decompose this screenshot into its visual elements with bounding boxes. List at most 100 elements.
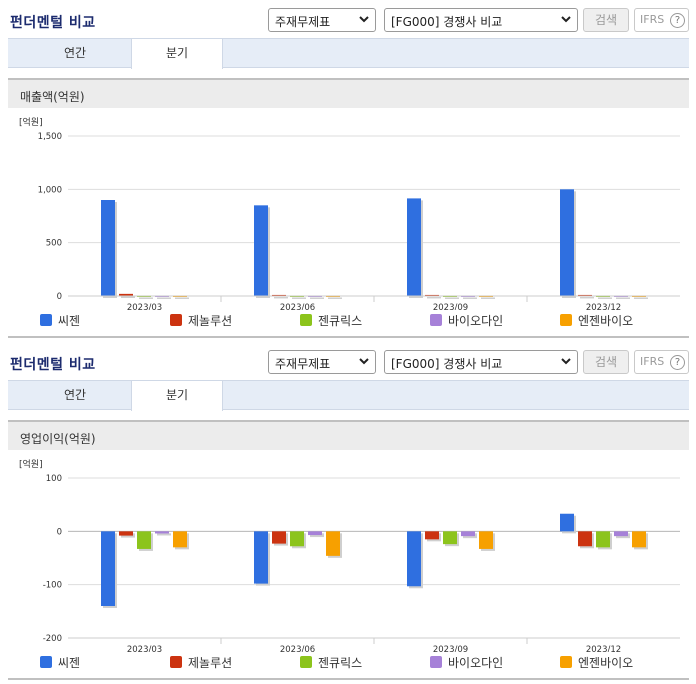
legend-label: 바이오다인 xyxy=(448,313,504,328)
legend-item[interactable]: 엔젠바이오 xyxy=(560,654,633,670)
legend-item[interactable]: 제놀루션 xyxy=(170,312,232,328)
legend-item[interactable]: 씨젠 xyxy=(40,654,80,670)
y-tick-label: 0 xyxy=(57,292,62,302)
chevron-down-icon xyxy=(561,358,571,365)
bar-씨젠-2023/06[interactable] xyxy=(254,531,268,584)
legend-item[interactable]: 엔젠바이오 xyxy=(560,312,633,328)
chart-subtitle-bar: 영업이익(억원) xyxy=(8,420,689,450)
bar-씨젠-2023/09[interactable] xyxy=(407,198,421,296)
bar-제놀루션-2023/12[interactable] xyxy=(578,531,592,547)
legend-swatch xyxy=(560,314,572,326)
legend-swatch xyxy=(40,314,52,326)
y-tick-label: 1,000 xyxy=(38,185,62,195)
x-tick-label: 2023/06 xyxy=(280,303,315,310)
y-unit-label: [억원] xyxy=(19,458,43,470)
bar-씨젠-2023/03[interactable] xyxy=(101,200,115,296)
operating-profit-chart: [억원] 100 0 -100 -200 2023/03 2023/06 2023/09 202… xyxy=(8,452,689,682)
bar-shadow xyxy=(445,297,459,299)
chart-subtitle: 영업이익(억원) xyxy=(20,432,96,446)
bar-제놀루션-2023/06[interactable] xyxy=(272,531,286,544)
bar-씨젠-2023/12[interactable] xyxy=(560,189,574,296)
legend-swatch xyxy=(170,314,182,326)
bar-바이오다인-2023/12[interactable] xyxy=(614,531,628,537)
x-tick-label: 2023/09 xyxy=(433,645,468,652)
search-button[interactable]: 검색 xyxy=(583,8,629,32)
legend-item[interactable]: 젠큐릭스 xyxy=(300,654,362,670)
bar-엔젠바이오-2023/09[interactable] xyxy=(479,531,493,549)
bar-씨젠-2023/12[interactable] xyxy=(560,513,574,532)
comparison-group-value: [FG000] 경쟁사 비교 xyxy=(391,357,503,371)
panel-title: 펀더멘털 비교 xyxy=(10,357,96,373)
bar-씨젠-2023/06[interactable] xyxy=(254,205,268,296)
legend-item[interactable]: 바이오다인 xyxy=(430,654,503,670)
bar-shadow xyxy=(616,297,630,299)
legend-label: 엔젠바이오 xyxy=(578,655,634,670)
bar-젠큐릭스-2023/12[interactable] xyxy=(596,531,610,548)
bar-젠큐릭스-2023/03[interactable] xyxy=(137,531,151,549)
help-icon: ? xyxy=(670,355,685,370)
y-tick-label: 0 xyxy=(57,527,62,537)
panel-header: 펀더멘털 비교 주재무제표 [FG000] 경쟁사 비교 검색 IFRS ? xyxy=(0,0,696,38)
bar-shadow xyxy=(157,297,171,299)
statement-type-value: 주재무제표 xyxy=(275,15,331,29)
bar-씨젠-2023/03[interactable] xyxy=(101,531,115,606)
bar-shadow xyxy=(310,297,324,299)
comparison-group-select[interactable]: [FG000] 경쟁사 비교 xyxy=(384,350,578,374)
legend-label: 젠큐릭스 xyxy=(318,655,363,670)
legend-item[interactable]: 바이오다인 xyxy=(430,312,503,328)
period-tabs: 연간 분기 xyxy=(8,380,689,411)
ifrs-info-button[interactable]: IFRS ? xyxy=(634,8,689,32)
revenue-chart-svg: [억원] 1,500 1,000 500 0 2023/03 2023/06 2023/09 2… xyxy=(19,116,680,310)
x-tick-label: 2023/12 xyxy=(586,303,621,310)
search-button[interactable]: 검색 xyxy=(583,350,629,374)
ifrs-info-button[interactable]: IFRS ? xyxy=(634,350,689,374)
chart-subtitle: 매출액(억원) xyxy=(20,90,85,104)
bar-엔젠바이오-2023/06[interactable] xyxy=(326,531,340,556)
y-tick-label: 1,500 xyxy=(38,132,62,142)
bar-shadow xyxy=(427,296,441,299)
bar-바이오다인-2023/09[interactable] xyxy=(461,531,475,537)
tab-quarterly[interactable]: 분기 xyxy=(131,381,223,411)
bar-shadow xyxy=(175,297,189,299)
bar-shadow xyxy=(139,297,153,299)
y-tick-label: 500 xyxy=(46,239,62,249)
ifrs-label: IFRS xyxy=(640,355,665,368)
bar-제놀루션-2023/03[interactable] xyxy=(119,531,133,536)
x-tick-label: 2023/12 xyxy=(586,645,621,652)
legend-swatch xyxy=(170,656,182,668)
y-tick-label: -200 xyxy=(43,634,62,644)
legend-swatch xyxy=(430,314,442,326)
bar-엔젠바이오-2023/12[interactable] xyxy=(632,531,646,548)
y-tick-label: -100 xyxy=(43,581,62,591)
comparison-group-select[interactable]: [FG000] 경쟁사 비교 xyxy=(384,8,578,32)
bar-바이오다인-2023/03[interactable] xyxy=(155,531,169,534)
legend-label: 제놀루션 xyxy=(188,313,233,328)
tab-annual[interactable]: 연간 xyxy=(30,39,120,68)
legend-swatch xyxy=(300,656,312,668)
legend-item[interactable]: 젠큐릭스 xyxy=(300,312,362,328)
tab-annual[interactable]: 연간 xyxy=(30,381,120,410)
bar-제놀루션-2023/09[interactable] xyxy=(425,531,439,540)
bar-젠큐릭스-2023/06[interactable] xyxy=(290,531,304,547)
statement-type-select[interactable]: 주재무제표 xyxy=(268,350,376,374)
bar-엔젠바이오-2023/03[interactable] xyxy=(173,531,187,548)
bar-바이오다인-2023/06[interactable] xyxy=(308,531,322,536)
x-tick-label: 2023/03 xyxy=(127,303,162,310)
y-unit-label: [억원] xyxy=(19,116,43,128)
bar-shadow xyxy=(634,297,648,299)
panel-title: 펀더멘털 비교 xyxy=(10,15,96,31)
bar-젠큐릭스-2023/09[interactable] xyxy=(443,531,457,545)
fundamental-panel-operating-profit: 펀더멘털 비교 주재무제표 [FG000] 경쟁사 비교 검색 IFRS ? 연… xyxy=(0,342,696,684)
legend-item[interactable]: 제놀루션 xyxy=(170,654,232,670)
x-tick-label: 2023/03 xyxy=(127,645,162,652)
bar-shadow xyxy=(274,296,288,299)
bar-shadow xyxy=(463,297,477,299)
legend-swatch xyxy=(560,656,572,668)
fundamental-panel-revenue: 펀더멘털 비교 주재무제표 [FG000] 경쟁사 비교 검색 IFRS ? 연… xyxy=(0,0,696,342)
legend-swatch xyxy=(300,314,312,326)
bar-씨젠-2023/09[interactable] xyxy=(407,531,421,587)
statement-type-select[interactable]: 주재무제표 xyxy=(268,8,376,32)
tab-quarterly[interactable]: 분기 xyxy=(131,39,223,69)
chart-legend: 씨젠 제놀루션 젠큐릭스 바이오다인 엔젠바이오 xyxy=(16,312,696,328)
legend-item[interactable]: 씨젠 xyxy=(40,312,80,328)
